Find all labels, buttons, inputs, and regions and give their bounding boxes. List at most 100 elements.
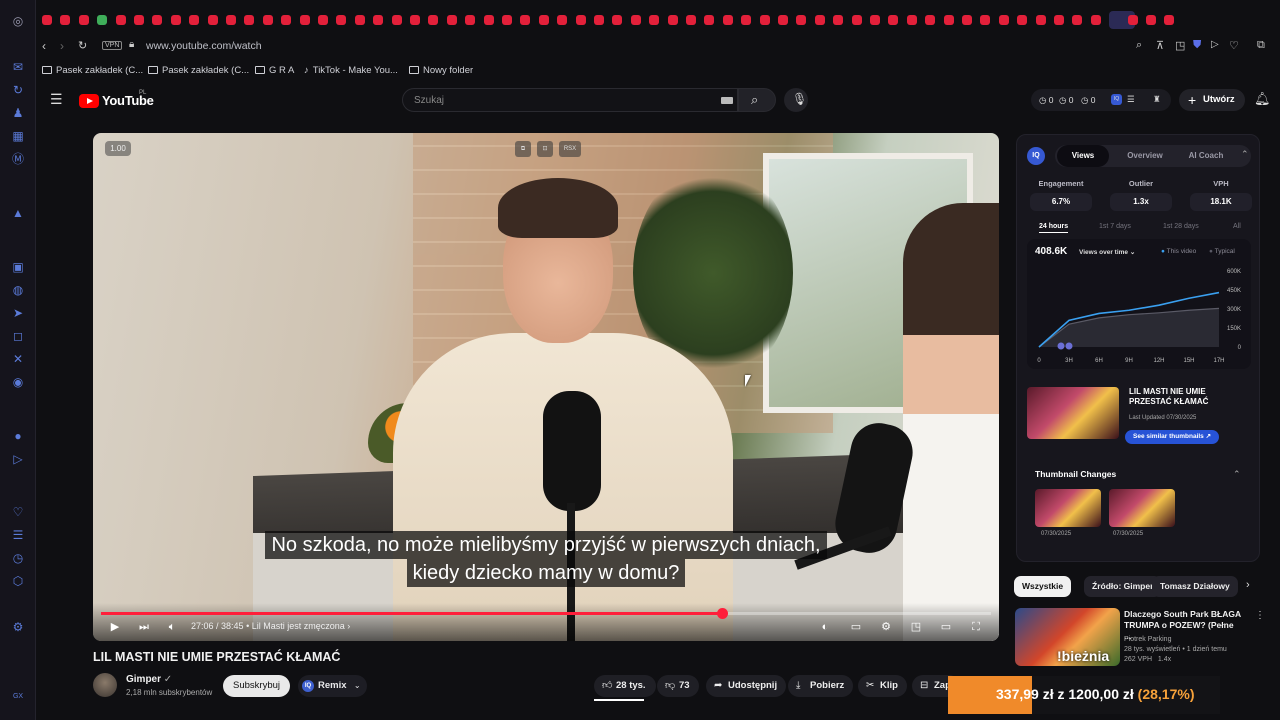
browser-tab[interactable] — [980, 15, 991, 25]
browser-tab[interactable] — [1035, 15, 1046, 25]
url-field[interactable]: www.youtube.com/watch — [146, 40, 262, 52]
dislike-button[interactable]: 👎︎ 73 — [657, 675, 699, 697]
chip-related[interactable]: Tomasz Działowy — [1152, 576, 1238, 597]
recommendation-channel[interactable]: Piotrek Parking — [1124, 635, 1244, 645]
sidebar-music-icon[interactable]: ● — [11, 429, 25, 443]
browser-tab[interactable] — [446, 15, 457, 25]
browser-tab[interactable] — [520, 15, 531, 25]
browser-tab[interactable] — [1146, 15, 1156, 25]
shield-icon[interactable]: ⛊ — [1193, 39, 1201, 52]
bookmark-heart-icon[interactable]: ♡ — [1229, 39, 1239, 52]
subscribe-button[interactable]: Subskrybuj — [223, 675, 290, 697]
browser-tab[interactable] — [612, 15, 623, 25]
lock-icon[interactable]: 🔒︎ — [129, 39, 134, 50]
browser-tab[interactable] — [870, 15, 880, 25]
browser-tab[interactable] — [354, 15, 365, 25]
clip-button[interactable]: ✂ Klip — [858, 675, 907, 697]
browser-tab[interactable] — [778, 15, 788, 25]
pin-icon[interactable]: ⊼ — [1156, 39, 1164, 52]
see-similar-button[interactable]: See similar thumbnails ↗ — [1125, 430, 1220, 444]
bookmark-item[interactable]: Nowy folder — [409, 65, 473, 76]
like-button[interactable]: 👍︎ 28 tys. — [594, 675, 656, 697]
period-all[interactable]: All — [1233, 223, 1241, 230]
browser-tab[interactable] — [391, 15, 402, 25]
browser-tab[interactable] — [134, 15, 144, 25]
browser-tab[interactable] — [1017, 15, 1028, 25]
tab-overview[interactable]: Overview — [1117, 145, 1173, 167]
browser-tab[interactable] — [42, 15, 52, 25]
browser-tab[interactable] — [888, 15, 899, 25]
browser-tab[interactable] — [1090, 15, 1101, 25]
browser-tab[interactable] — [170, 15, 181, 25]
sidebar-twitch-icon[interactable]: ▣ — [11, 260, 25, 274]
thumbnail-change-marker[interactable] — [1065, 342, 1073, 350]
browser-tab[interactable] — [796, 15, 807, 25]
chevron-right-icon[interactable]: › — [1246, 579, 1250, 591]
sidebar-list-icon[interactable]: ☰ — [11, 528, 25, 542]
browser-tab[interactable] — [483, 15, 494, 25]
period-7d[interactable]: 1st 7 days — [1099, 223, 1131, 230]
sidebar-messenger-icon[interactable]: ◍ — [11, 283, 25, 297]
sidebar-heart-icon[interactable]: ♡ — [11, 505, 25, 519]
forward-icon[interactable]: › — [60, 39, 64, 53]
sidebar-games-icon[interactable]: ♟ — [11, 106, 25, 120]
bookmark-item[interactable]: ♪ TikTok - Make You... — [304, 65, 398, 76]
browser-tab[interactable] — [115, 15, 126, 25]
keyboard-icon[interactable] — [721, 97, 733, 104]
snapshot-icon[interactable]: ◳ — [1175, 39, 1185, 52]
sidebar-gx-icon[interactable]: GX — [11, 690, 25, 704]
menu-icon[interactable]: ☰ — [50, 91, 63, 108]
browser-tab[interactable] — [262, 15, 273, 25]
bookmark-item[interactable]: G R A — [255, 65, 294, 76]
chip-all[interactable]: Wszystkie — [1014, 576, 1072, 597]
browser-tab[interactable] — [318, 15, 328, 25]
browser-tab[interactable] — [833, 15, 844, 25]
sidebar-mail-icon[interactable]: ✉ — [11, 60, 25, 74]
sidebar-x-icon[interactable]: ✕ — [11, 352, 25, 366]
browser-tab[interactable] — [465, 15, 476, 25]
screenshot-icon[interactable]: ⊡ — [537, 141, 553, 157]
chevron-up-icon[interactable]: ⌃ — [1241, 149, 1249, 160]
browser-tab[interactable] — [741, 15, 752, 25]
browser-tab[interactable] — [998, 15, 1009, 25]
vpn-badge[interactable]: VPN — [102, 41, 123, 50]
recommendation-thumbnail[interactable]: !bieżnia — [1015, 608, 1120, 666]
theater-icon[interactable]: ▭ — [939, 621, 953, 633]
browser-tab[interactable] — [244, 15, 255, 25]
browser-tab[interactable] — [814, 15, 825, 25]
browser-tab[interactable] — [410, 15, 420, 25]
browser-tab[interactable] — [226, 15, 236, 25]
sidebar-gallery-icon[interactable]: ▦ — [11, 129, 25, 143]
browser-tab[interactable] — [594, 15, 604, 25]
notifications-icon[interactable]: 🔔︎ — [1254, 91, 1271, 107]
rsx-button[interactable]: RSX — [559, 141, 581, 157]
browser-tab[interactable] — [207, 15, 218, 25]
browser-tab[interactable] — [686, 15, 696, 25]
pip-icon[interactable]: ⧉ — [515, 141, 531, 157]
channel-avatar[interactable] — [93, 673, 117, 697]
browser-tab[interactable] — [428, 15, 439, 25]
browser-tab[interactable] — [281, 15, 292, 25]
browser-tab[interactable] — [336, 15, 347, 25]
thumbnail-change-marker[interactable] — [1057, 342, 1065, 350]
sidebar-settings-icon[interactable]: ⚙ — [11, 620, 25, 634]
bookmark-item[interactable]: Pasek zakładek (C... — [42, 65, 143, 76]
sidebar-m-icon[interactable]: Ⓜ — [11, 152, 25, 166]
browser-tab[interactable] — [299, 15, 310, 25]
channel-name[interactable]: Gimper ✓ — [126, 674, 172, 685]
search-button[interactable]: ⌕ — [738, 88, 776, 112]
browser-tab[interactable] — [962, 15, 972, 25]
tab-views[interactable]: Views — [1057, 145, 1109, 167]
share-button[interactable]: ➦ Udostępnij — [706, 675, 787, 697]
sidebar-app-icon[interactable]: ▲ — [11, 206, 25, 220]
reload-icon[interactable]: ↻ — [78, 39, 87, 52]
browser-tab[interactable] — [557, 15, 568, 25]
remix-button[interactable]: IQ Remix ⌄ — [298, 675, 367, 697]
progress-handle[interactable] — [717, 608, 729, 619]
zoom-icon[interactable]: ⌕ — [1136, 39, 1142, 52]
download-button[interactable]: ⤓ Pobierz — [788, 675, 854, 697]
play-ext-icon[interactable]: ▷ — [1211, 39, 1219, 50]
next-icon[interactable]: ⏭︎ — [137, 621, 151, 633]
chip-source[interactable]: Źródło: Gimper — [1084, 576, 1162, 597]
chevron-up-icon[interactable]: ⌃ — [1233, 469, 1241, 480]
